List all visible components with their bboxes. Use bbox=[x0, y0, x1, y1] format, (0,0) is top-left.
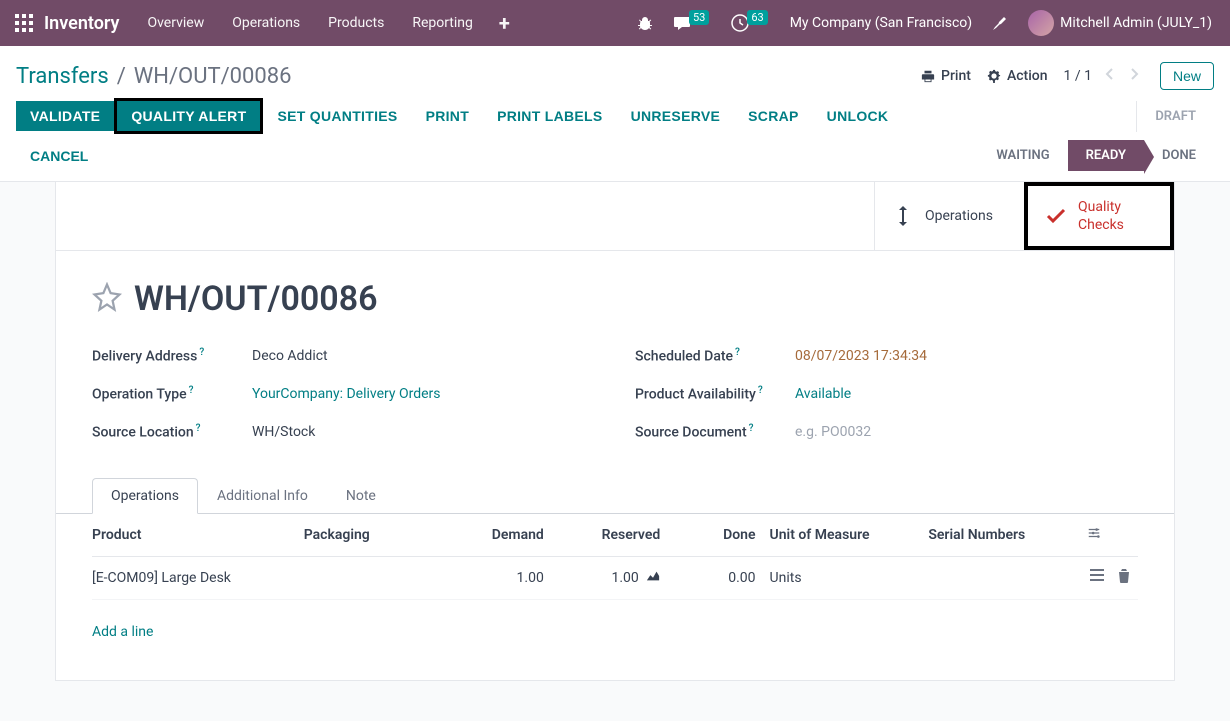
stat-operations[interactable]: Operations bbox=[874, 182, 1024, 250]
help-icon[interactable]: ? bbox=[735, 347, 740, 358]
cell-done[interactable]: 0.00 bbox=[674, 557, 769, 600]
breadcrumb: Transfers / WH/OUT/00086 bbox=[16, 64, 291, 89]
nav-products[interactable]: Products bbox=[314, 0, 398, 46]
pager-next-icon[interactable] bbox=[1126, 63, 1144, 89]
sliders-icon bbox=[1087, 526, 1101, 540]
cell-uom[interactable]: Units bbox=[770, 557, 929, 600]
scrap-button[interactable]: Scrap bbox=[734, 101, 813, 131]
company-selector[interactable]: My Company (San Francisco) bbox=[780, 0, 982, 46]
nav-operations[interactable]: Operations bbox=[218, 0, 314, 46]
table-row[interactable]: [E-COM09] Large Desk 1.00 1.00 0.00 Unit… bbox=[92, 557, 1138, 600]
breadcrumb-parent[interactable]: Transfers bbox=[16, 64, 109, 89]
col-settings[interactable] bbox=[1087, 514, 1138, 557]
activities-icon[interactable]: 63 bbox=[721, 0, 779, 46]
label-product-availability: Product Availability? bbox=[635, 385, 795, 403]
form-sheet: Operations Quality Checks WH/OUT/00086 bbox=[55, 182, 1175, 681]
favorite-star-icon[interactable] bbox=[92, 282, 122, 316]
value-source-document[interactable]: e.g. PO0032 bbox=[795, 424, 1138, 440]
pager: 1 / 1 bbox=[1064, 63, 1144, 89]
stat-quality-checks-label: Quality Checks bbox=[1078, 198, 1124, 234]
pager-text[interactable]: 1 / 1 bbox=[1064, 68, 1092, 84]
value-operation-type[interactable]: YourCompany: Delivery Orders bbox=[252, 386, 595, 402]
activities-badge: 63 bbox=[747, 10, 767, 25]
value-source-location[interactable]: WH/Stock bbox=[252, 424, 595, 440]
delete-row-icon[interactable] bbox=[1118, 569, 1130, 587]
forecast-icon[interactable] bbox=[646, 570, 660, 586]
cell-demand[interactable]: 1.00 bbox=[463, 557, 558, 600]
cell-packaging[interactable] bbox=[304, 557, 463, 600]
tools-icon[interactable] bbox=[982, 0, 1018, 46]
validate-button[interactable]: Validate bbox=[16, 101, 114, 131]
add-line-button[interactable]: Add a line bbox=[92, 612, 153, 652]
col-demand[interactable]: Demand bbox=[463, 514, 558, 557]
debug-icon[interactable] bbox=[627, 0, 663, 46]
app-brand[interactable]: Inventory bbox=[44, 13, 119, 34]
avatar bbox=[1028, 10, 1054, 36]
pager-prev-icon[interactable] bbox=[1100, 63, 1118, 89]
label-source-location: Source Location? bbox=[92, 423, 252, 441]
stat-operations-label: Operations bbox=[925, 207, 993, 225]
label-scheduled-date: Scheduled Date? bbox=[635, 347, 795, 365]
tab-operations[interactable]: Operations bbox=[92, 478, 198, 514]
control-panel: Transfers / WH/OUT/00086 Print Action 1 … bbox=[0, 46, 1230, 182]
user-menu[interactable]: Mitchell Admin (JULY_1) bbox=[1018, 0, 1222, 46]
help-icon[interactable]: ? bbox=[189, 385, 194, 396]
print-labels-button[interactable]: Print Labels bbox=[483, 101, 617, 131]
new-button[interactable]: New bbox=[1160, 62, 1214, 90]
set-quantities-button[interactable]: Set Quantities bbox=[263, 101, 411, 131]
label-delivery-address: Delivery Address? bbox=[92, 347, 252, 365]
breadcrumb-sep: / bbox=[117, 64, 126, 89]
help-icon[interactable]: ? bbox=[758, 385, 763, 396]
col-reserved[interactable]: Reserved bbox=[558, 514, 674, 557]
arrows-vertical-icon bbox=[891, 205, 915, 227]
nav-reporting[interactable]: Reporting bbox=[398, 0, 487, 46]
printer-icon bbox=[921, 69, 935, 83]
print-menu[interactable]: Print bbox=[921, 68, 971, 84]
col-uom[interactable]: Unit of Measure bbox=[770, 514, 929, 557]
record-title: WH/OUT/00086 bbox=[134, 279, 378, 319]
label-source-document: Source Document? bbox=[635, 423, 795, 441]
messages-icon[interactable]: 53 bbox=[663, 0, 721, 46]
tab-note[interactable]: Note bbox=[327, 478, 395, 514]
value-scheduled-date[interactable]: 08/07/2023 17:34:34 bbox=[795, 348, 1138, 364]
messages-badge: 53 bbox=[689, 10, 709, 25]
col-serial[interactable]: Serial Numbers bbox=[928, 514, 1087, 557]
unreserve-button[interactable]: Unreserve bbox=[617, 101, 735, 131]
label-operation-type: Operation Type? bbox=[92, 385, 252, 403]
nav-overview[interactable]: Overview bbox=[133, 0, 218, 46]
cell-serial[interactable] bbox=[928, 557, 1087, 600]
cell-reserved[interactable]: 1.00 bbox=[558, 557, 674, 600]
tab-additional-info[interactable]: Additional Info bbox=[198, 478, 327, 514]
nav-add-icon[interactable]: + bbox=[487, 0, 522, 46]
col-product[interactable]: Product bbox=[92, 514, 304, 557]
quality-alert-button[interactable]: Quality Alert bbox=[114, 98, 263, 134]
col-packaging[interactable]: Packaging bbox=[304, 514, 463, 557]
status-done[interactable]: Done bbox=[1144, 140, 1214, 171]
status-ready[interactable]: Ready bbox=[1068, 140, 1144, 171]
help-icon[interactable]: ? bbox=[749, 423, 754, 434]
action-menu[interactable]: Action bbox=[987, 68, 1048, 84]
user-name: Mitchell Admin (JULY_1) bbox=[1060, 15, 1212, 31]
value-delivery-address[interactable]: Deco Addict bbox=[252, 348, 595, 364]
print-button[interactable]: Print bbox=[412, 101, 484, 131]
check-icon bbox=[1044, 208, 1068, 224]
help-icon[interactable]: ? bbox=[196, 423, 201, 434]
value-product-availability: Available bbox=[795, 386, 1138, 402]
col-done[interactable]: Done bbox=[674, 514, 769, 557]
status-waiting[interactable]: Waiting bbox=[978, 140, 1067, 171]
navbar: Inventory Overview Operations Products R… bbox=[0, 0, 1230, 46]
operations-table: Product Packaging Demand Reserved Done U… bbox=[92, 514, 1138, 664]
cell-product[interactable]: [E-COM09] Large Desk bbox=[92, 557, 304, 600]
company-name: My Company (San Francisco) bbox=[790, 15, 972, 31]
gear-icon bbox=[987, 69, 1001, 83]
stat-quality-checks[interactable]: Quality Checks bbox=[1024, 182, 1174, 250]
detailed-operations-icon[interactable] bbox=[1090, 569, 1104, 587]
status-draft[interactable]: Draft bbox=[1136, 101, 1214, 132]
unlock-button[interactable]: Unlock bbox=[813, 101, 903, 131]
help-icon[interactable]: ? bbox=[199, 347, 204, 358]
apps-menu-icon[interactable] bbox=[10, 9, 38, 37]
cancel-button[interactable]: Cancel bbox=[18, 142, 100, 170]
breadcrumb-current: WH/OUT/00086 bbox=[134, 64, 292, 89]
